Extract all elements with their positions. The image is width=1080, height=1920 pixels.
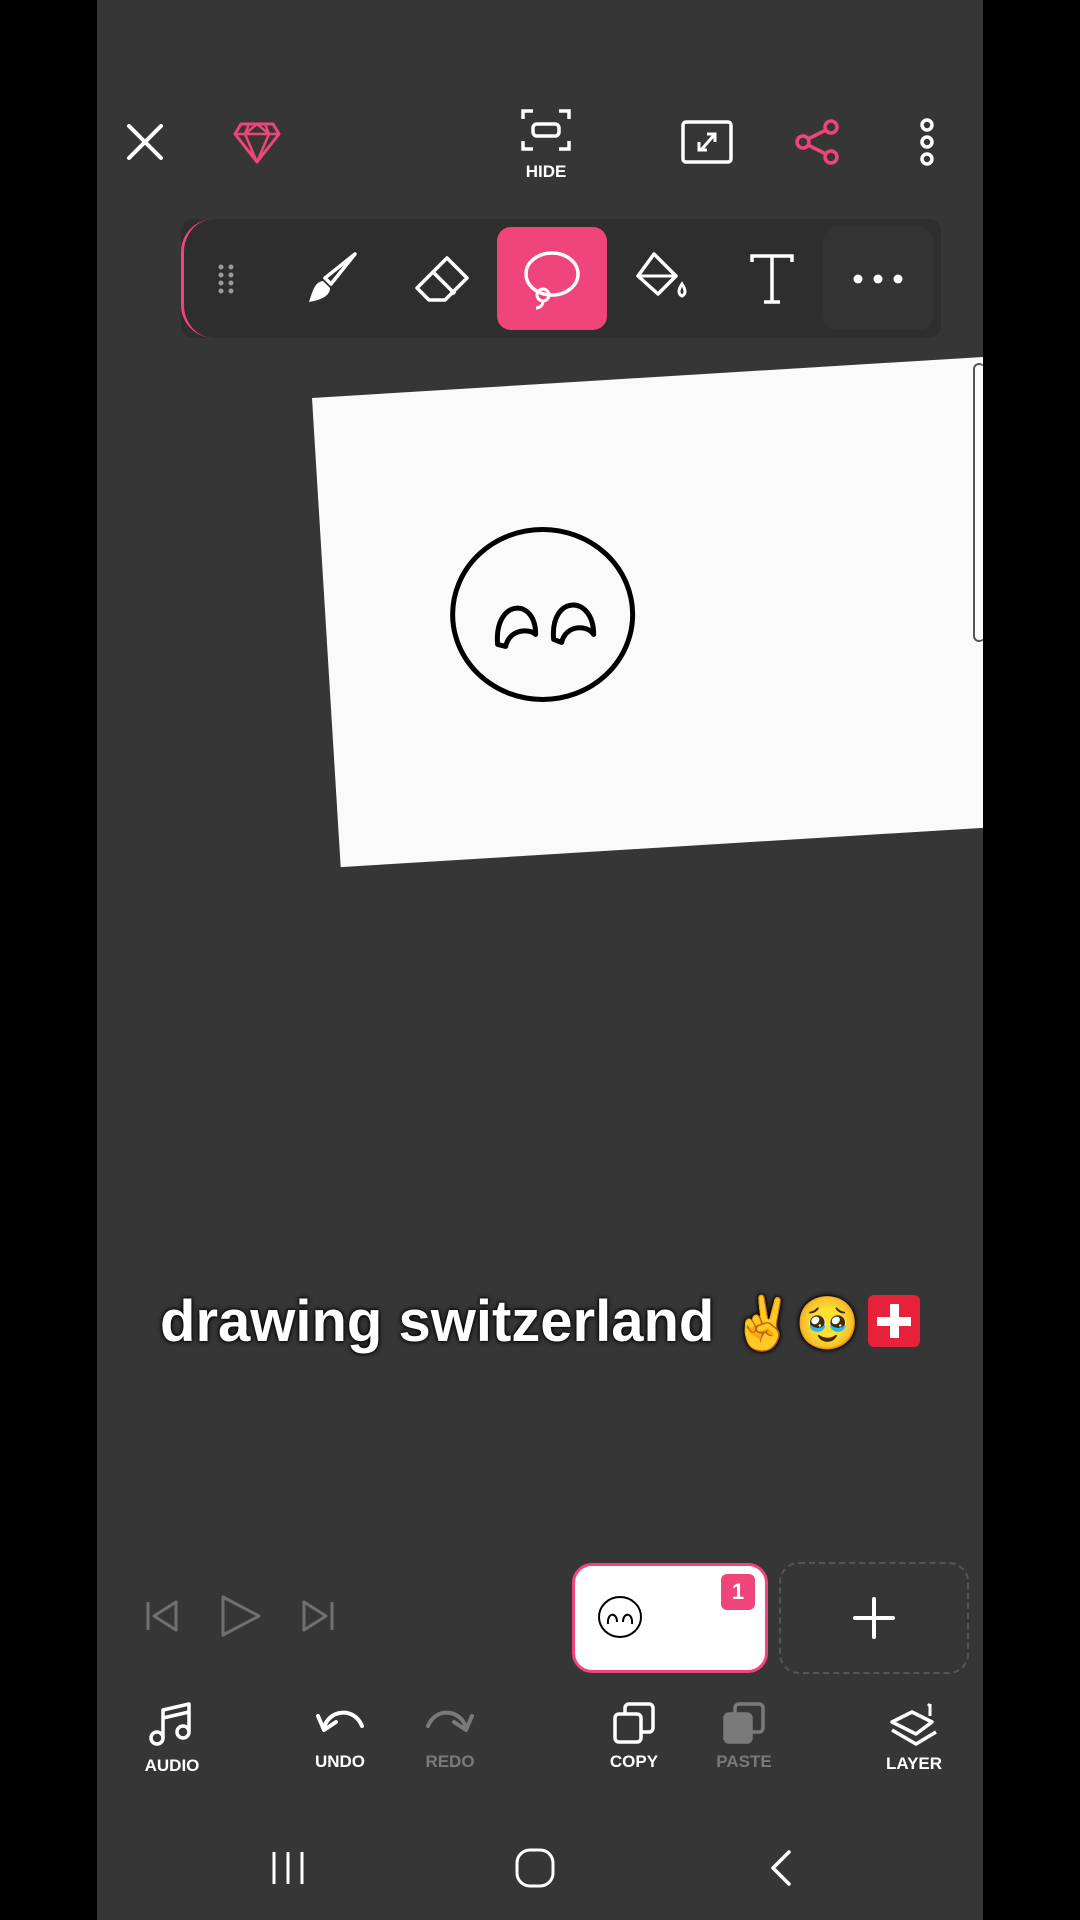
premium-button[interactable] [227,112,287,172]
copy-button[interactable]: COPY [579,1700,689,1772]
countryball-drawing [450,526,636,702]
more-tools-button[interactable] [823,227,933,330]
fill-tool[interactable] [607,227,717,330]
frame-preview [598,1596,642,1638]
video-caption: drawing switzerland ✌️🥹 [97,1288,983,1355]
tool-toolbar [181,219,941,338]
undo-icon [316,1710,364,1732]
layer-label: LAYER [885,1754,943,1773]
hide-label: HIDE [525,162,567,181]
toolbar-accent [181,219,214,338]
undo-button[interactable]: UNDO [285,1700,395,1772]
home-icon[interactable] [514,1847,556,1889]
fullscreen-button[interactable] [677,112,737,172]
close-button[interactable] [115,112,175,172]
fullscreen-icon [681,120,733,164]
redo-icon [426,1710,474,1732]
lasso-tool[interactable] [497,227,607,330]
drag-handle-icon [218,264,234,293]
caption-text: drawing switzerland [160,1289,715,1354]
add-frame-button[interactable] [779,1562,969,1674]
share-icon [795,119,839,165]
plus-icon [853,1597,895,1639]
redo-button[interactable]: REDO [395,1700,505,1772]
frame-number-badge: 1 [721,1574,755,1610]
brush-tool[interactable] [277,227,387,330]
playback-controls [125,1580,355,1652]
swiss-flag-icon [867,1295,920,1347]
gem-icon [233,122,281,164]
audio-button[interactable]: AUDIO [117,1700,227,1776]
copy-label: COPY [609,1752,659,1771]
play-icon[interactable] [217,1593,263,1639]
caption-emoji: ✌️🥹 [730,1295,860,1353]
hide-frame-icon [521,109,571,151]
brush-icon [309,251,357,302]
skip-end-icon[interactable] [298,1598,338,1634]
drawing-app: HIDE drawing switzerland ✌️🥹 1 AUDIO UND… [97,0,983,1920]
hide-button[interactable] [501,100,591,160]
layer-button[interactable]: LAYER [859,1700,969,1774]
fill-bucket-icon [636,251,687,298]
paste-button[interactable]: PASTE [689,1700,799,1772]
frame-thumbnail[interactable]: 1 [572,1563,768,1673]
more-options-button[interactable] [897,112,957,172]
drawing-canvas[interactable] [312,354,983,868]
system-navigation-bar [97,1820,983,1920]
undo-label: UNDO [314,1752,366,1771]
share-button[interactable] [787,112,847,172]
eraser-icon [415,255,469,302]
more-vertical-icon [920,118,934,166]
skip-start-icon[interactable] [142,1598,182,1634]
bottom-action-bar: AUDIO UNDO REDO COPY PASTE LAYER [97,1700,983,1800]
eraser-tool[interactable] [387,227,497,330]
paste-label: PASTE [716,1752,772,1771]
copy-icon [613,1702,655,1744]
lasso-icon [524,250,580,309]
close-icon [127,124,163,160]
back-icon[interactable] [765,1848,795,1888]
text-icon [750,253,794,304]
redo-label: REDO [425,1752,475,1771]
paste-icon [723,1702,765,1744]
text-tool[interactable] [717,227,827,330]
canvas-scrollbar[interactable] [973,363,983,642]
layers-icon [890,1702,937,1746]
recent-apps-icon[interactable] [268,1850,308,1886]
more-horizontal-icon [853,274,903,283]
music-note-icon [149,1702,191,1746]
audio-label: AUDIO [144,1756,200,1775]
